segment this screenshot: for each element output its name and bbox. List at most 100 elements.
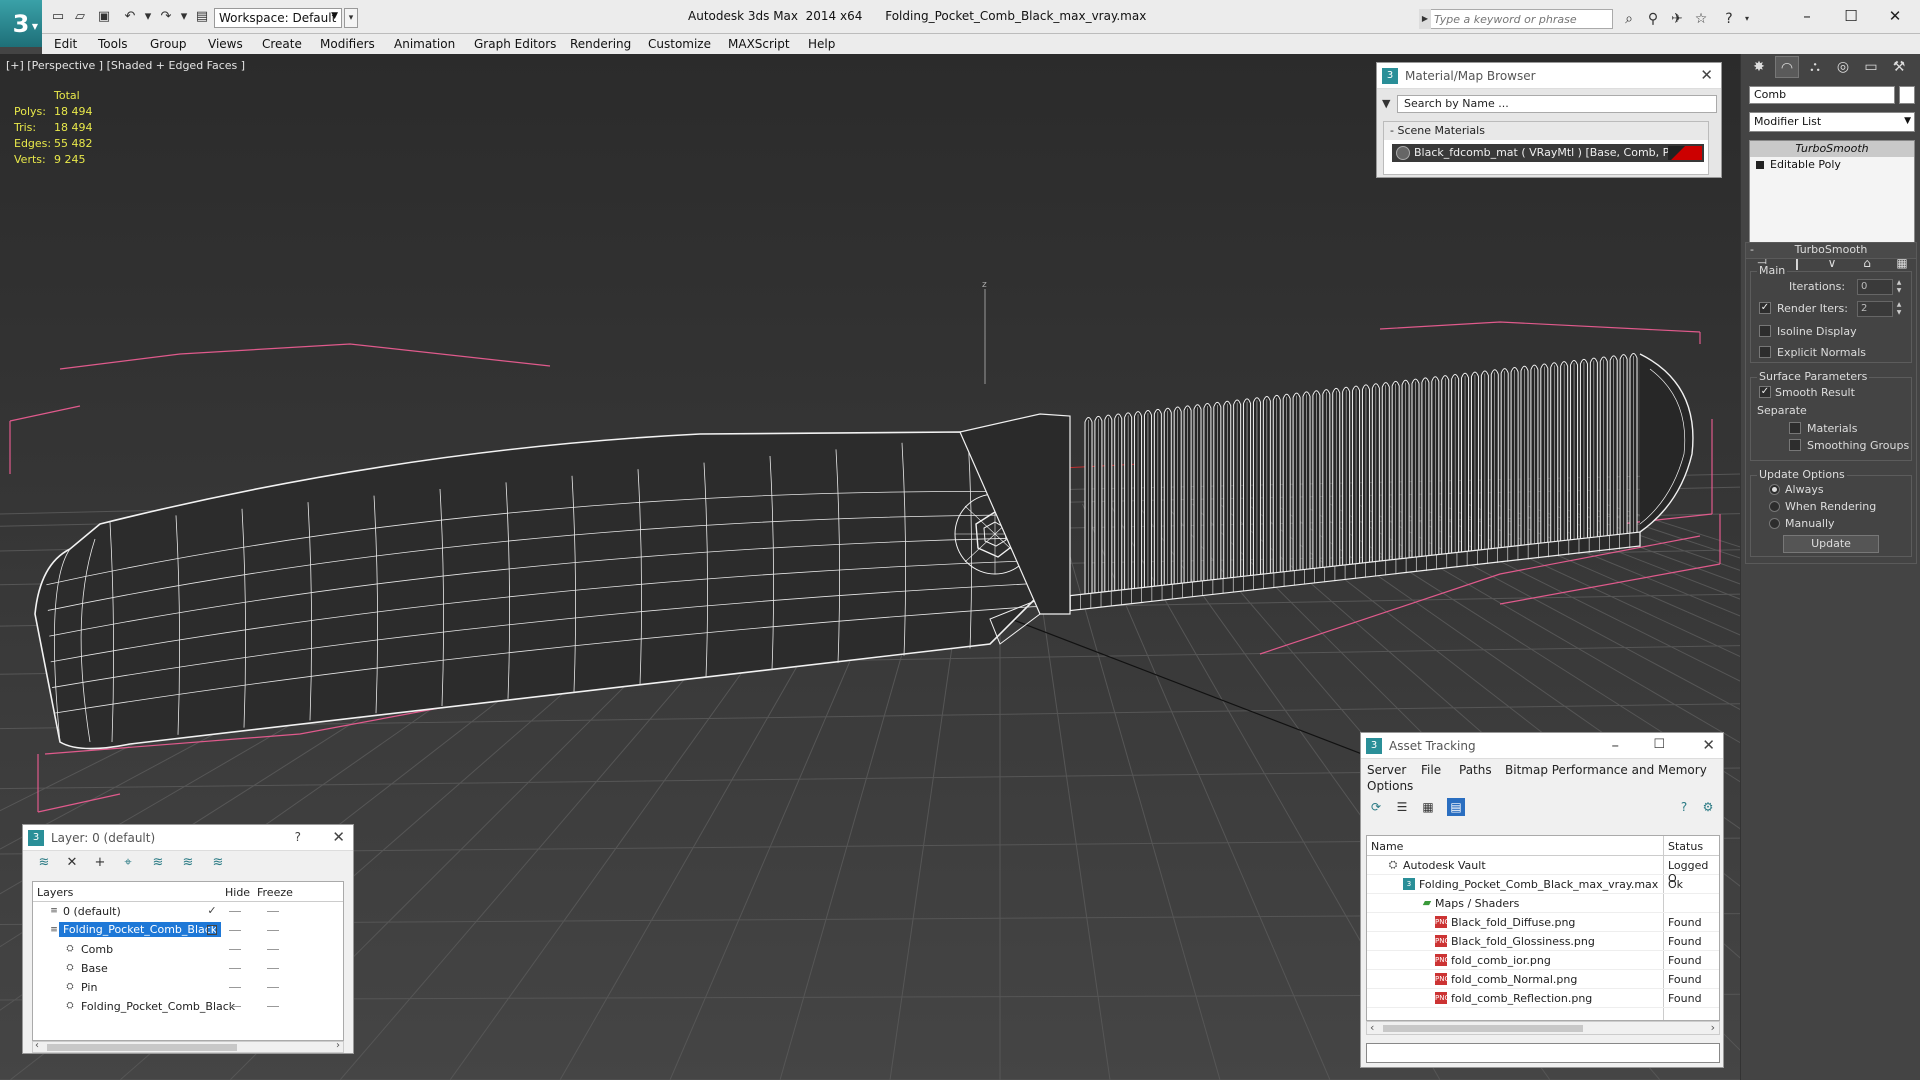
hide-all-layers-icon[interactable]: ≋ xyxy=(179,855,197,871)
freeze-toggle[interactable] xyxy=(267,987,279,988)
render-iters-input[interactable]: 2 xyxy=(1857,301,1893,317)
open-file-icon[interactable]: ▱ xyxy=(72,9,88,25)
hierarchy-tab-icon[interactable]: ⛬ xyxy=(1803,56,1827,78)
freeze-toggle[interactable] xyxy=(267,911,279,912)
menu-rendering[interactable]: Rendering xyxy=(570,37,631,51)
display-tab-icon[interactable]: ▭ xyxy=(1859,56,1883,78)
close-icon[interactable]: ✕ xyxy=(1700,66,1713,84)
hide-toggle[interactable] xyxy=(229,1006,241,1007)
scroll-right-icon[interactable]: › xyxy=(336,1040,340,1051)
menu-help[interactable]: Help xyxy=(808,37,835,51)
hide-toggle[interactable] xyxy=(229,968,241,969)
menu-group[interactable]: Group xyxy=(150,37,187,51)
redo-dropdown-icon[interactable]: ▾ xyxy=(176,9,192,25)
close-icon[interactable]: ✕ xyxy=(332,828,345,846)
menu-paths[interactable]: Paths xyxy=(1459,763,1492,777)
layer-row[interactable]: ⛭ Folding_Pocket_Comb_Black xyxy=(33,997,343,1016)
search-expand-icon[interactable]: ▶ xyxy=(1419,9,1431,29)
stack-item-editable-poly[interactable]: Editable Poly xyxy=(1750,157,1914,173)
layer-row[interactable]: ⛭ Pin xyxy=(33,978,343,997)
settings-icon[interactable]: ⚙ xyxy=(1699,798,1717,816)
create-tab-icon[interactable]: ✸ xyxy=(1747,56,1771,78)
scene-materials-header[interactable]: - Scene Materials xyxy=(1384,122,1708,140)
material-item[interactable]: Black_fdcomb_mat ( VRayMtl ) [Base, Comb… xyxy=(1392,144,1704,162)
hide-column-header[interactable]: Hide xyxy=(225,886,250,899)
scrollbar-thumb[interactable] xyxy=(1383,1025,1583,1032)
scroll-right-icon[interactable]: › xyxy=(1711,1021,1715,1034)
favorites-star-icon[interactable]: ☆ xyxy=(1692,10,1710,28)
motion-tab-icon[interactable]: ◎ xyxy=(1831,56,1855,78)
highlight-selected-icon[interactable]: ≋ xyxy=(149,855,167,871)
app-menu-button[interactable]: 3 ▼ xyxy=(0,0,42,47)
new-file-icon[interactable]: ▭ xyxy=(50,9,66,25)
asset-row[interactable]: PNG Black_fold_Diffuse.png Found xyxy=(1367,913,1719,932)
layer-horizontal-scrollbar[interactable]: ‹ › xyxy=(32,1040,344,1053)
set-current-layer-icon[interactable] xyxy=(207,925,217,935)
iterations-spinner[interactable]: ▲ ▼ xyxy=(1895,279,1903,295)
smooth-result-checkbox[interactable]: ✓ xyxy=(1759,386,1771,398)
menu-create[interactable]: Create xyxy=(262,37,302,51)
communication-icon[interactable]: ✈ xyxy=(1668,10,1686,28)
project-folder-icon[interactable]: ▤ xyxy=(194,9,210,25)
isoline-display-checkbox[interactable] xyxy=(1759,325,1771,337)
menu-bitmap-performance[interactable]: Bitmap Performance and Memory xyxy=(1505,763,1707,777)
freeze-toggle[interactable] xyxy=(267,930,279,931)
viewport-label[interactable]: [+] [Perspective ] [Shaded + Edged Faces… xyxy=(6,59,245,72)
scroll-left-icon[interactable]: ‹ xyxy=(35,1040,39,1051)
hide-toggle[interactable] xyxy=(229,949,241,950)
menu-file[interactable]: File xyxy=(1421,763,1441,777)
layers-column-header[interactable]: Layers xyxy=(37,886,73,899)
list-view-icon[interactable]: ☰ xyxy=(1393,798,1411,816)
layer-row[interactable]: ≡ 0 (default) ✓ xyxy=(33,902,343,921)
asset-status-field[interactable] xyxy=(1366,1043,1720,1063)
update-always-radio[interactable] xyxy=(1769,484,1780,495)
update-manually-radio[interactable] xyxy=(1769,518,1780,529)
update-when-rendering-radio[interactable] xyxy=(1769,501,1780,512)
redo-icon[interactable]: ↷ xyxy=(158,9,174,25)
undo-dropdown-icon[interactable]: ▾ xyxy=(140,9,156,25)
asset-row[interactable]: PNG Black_fold_Glossiness.png Found xyxy=(1367,932,1719,951)
hide-toggle[interactable] xyxy=(229,987,241,988)
modifier-list-dropdown[interactable]: Modifier List ▼ xyxy=(1749,112,1915,132)
menu-tools[interactable]: Tools xyxy=(98,37,128,51)
update-button[interactable]: Update xyxy=(1783,535,1879,553)
table-view-icon[interactable]: ▤ xyxy=(1447,798,1465,816)
subscription-icon[interactable]: ⚲ xyxy=(1644,10,1662,28)
menu-animation[interactable]: Animation xyxy=(394,37,455,51)
quick-access-customize-button[interactable]: ▾ xyxy=(344,8,358,28)
material-browser-titlebar[interactable]: 3 Material/Map Browser ✕ xyxy=(1377,63,1721,89)
separate-smoothing-groups-checkbox[interactable] xyxy=(1789,439,1801,451)
asset-row[interactable]: ⛭ Autodesk Vault Logged O xyxy=(1367,856,1719,885)
layer-panel-titlebar[interactable]: 3 Layer: 0 (default) ? ✕ xyxy=(23,825,353,851)
workspace-dropdown[interactable]: Workspace: Default ▼ xyxy=(214,8,342,28)
turbosmooth-rollout-header[interactable]: - TurboSmooth xyxy=(1746,243,1916,259)
asset-row[interactable]: PNG fold_comb_Reflection.png Found xyxy=(1367,989,1719,1008)
hide-toggle[interactable] xyxy=(229,911,241,912)
current-layer-check-icon[interactable]: ✓ xyxy=(207,905,217,916)
minimize-button[interactable]: – xyxy=(1792,4,1822,28)
render-iters-checkbox[interactable]: ✓ xyxy=(1759,302,1771,314)
binoculars-icon[interactable]: ⌕ xyxy=(1620,10,1638,28)
refresh-icon[interactable]: ⟳ xyxy=(1367,798,1385,816)
maximize-button[interactable]: ☐ xyxy=(1836,4,1866,28)
help-icon[interactable]: ? xyxy=(295,830,301,844)
close-button[interactable]: ✕ xyxy=(1880,4,1910,28)
layer-row[interactable]: ≡ Folding_Pocket_Comb_Black xyxy=(33,921,343,940)
name-column-header[interactable]: Name xyxy=(1371,840,1403,853)
close-icon[interactable]: ✕ xyxy=(1702,736,1715,754)
asset-row[interactable]: 3 Folding_Pocket_Comb_Black_max_vray.max… xyxy=(1367,875,1719,894)
layer-row[interactable]: ⛭ Comb xyxy=(33,940,343,959)
asset-row[interactable]: ▰ Maps / Shaders xyxy=(1367,894,1719,913)
stack-item-turbosmooth[interactable]: TurboSmooth xyxy=(1750,141,1914,157)
scrollbar-thumb[interactable] xyxy=(47,1044,237,1051)
asset-tracking-titlebar[interactable]: 3 Asset Tracking – ☐ ✕ xyxy=(1361,733,1723,759)
undo-icon[interactable]: ↶ xyxy=(122,9,138,25)
layer-row[interactable]: ⛭ Base xyxy=(33,959,343,978)
help-dropdown-icon[interactable]: ▾ xyxy=(1738,10,1756,28)
select-objects-icon[interactable]: ⌖ xyxy=(119,855,137,871)
object-color-swatch[interactable] xyxy=(1899,86,1915,104)
freeze-toggle[interactable] xyxy=(267,968,279,969)
menu-customize[interactable]: Customize xyxy=(648,37,711,51)
search-box[interactable] xyxy=(1419,9,1613,29)
object-name-field[interactable]: Comb xyxy=(1749,86,1895,104)
